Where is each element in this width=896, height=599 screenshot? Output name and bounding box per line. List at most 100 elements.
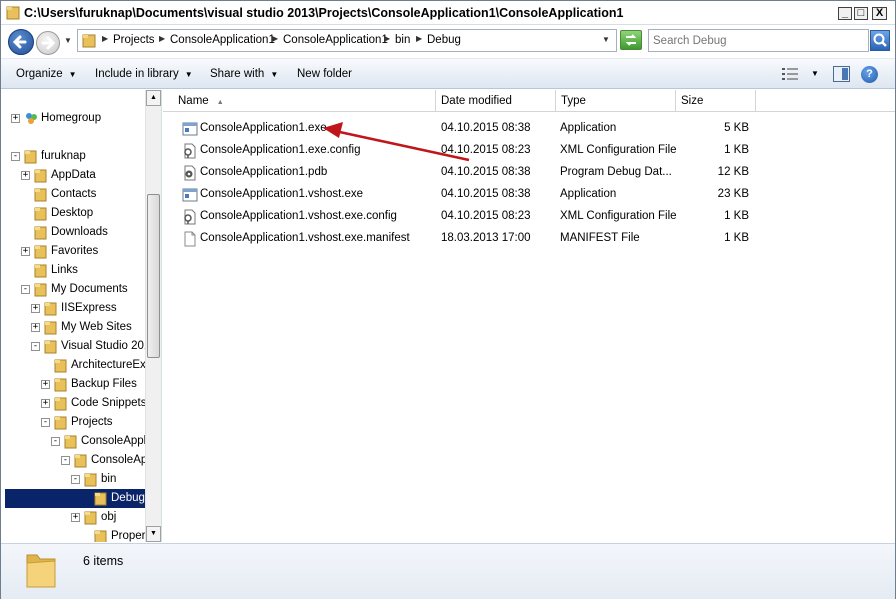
breadcrumb-bin[interactable]: bin: [395, 34, 410, 46]
nav-item-iisexpress[interactable]: + IISExpress: [1, 299, 145, 318]
expand-icon[interactable]: +: [21, 247, 30, 256]
dropdown-arrow-icon: ▼: [270, 70, 279, 79]
collapse-icon[interactable]: -: [71, 475, 80, 484]
nav-item-code-snippets[interactable]: + Code Snippets: [1, 394, 146, 413]
expand-icon[interactable]: +: [31, 304, 40, 313]
file-size: 12 KB: [717, 166, 749, 178]
nav-item-consoleapplication1[interactable]: -ConsoleApplication1: [1, 432, 161, 451]
application-icon: [182, 122, 198, 136]
forward-button[interactable]: [36, 31, 60, 55]
nav-item-contacts[interactable]: Contacts: [1, 185, 145, 204]
back-button[interactable]: [8, 29, 34, 55]
nav-item-favorites[interactable]: + Favorites: [1, 242, 145, 261]
column-header-size[interactable]: Size: [676, 90, 756, 112]
nav-item-debug[interactable]: Debug: [5, 489, 145, 508]
breadcrumb-consoleapplication1-inner[interactable]: ConsoleApplication1: [283, 34, 388, 46]
nav-item-furuknap[interactable]: - furuknap: [1, 147, 145, 166]
file-row[interactable]: ConsoleApplication1.exe 04.10.2015 08:38 A…: [163, 118, 895, 140]
views-icon[interactable]: [782, 68, 798, 80]
expand-icon[interactable]: +: [41, 380, 50, 389]
organize-button[interactable]: Organize ▼: [16, 68, 77, 80]
file-name: ConsoleApplication1.pdb: [200, 166, 328, 178]
collapse-icon[interactable]: -: [31, 342, 40, 351]
breadcrumb-projects[interactable]: Projects: [113, 34, 155, 46]
breadcrumb-separator-icon[interactable]: ▶: [416, 34, 422, 43]
file-row[interactable]: ConsoleApplication1.vshost.exe.config 04.…: [163, 206, 895, 228]
address-history-dropdown[interactable]: ▼: [602, 35, 610, 44]
refresh-button[interactable]: [620, 30, 642, 50]
nav-item-properties[interactable]: Properties: [1, 527, 161, 542]
nav-item-backup-files[interactable]: + Backup Files: [1, 375, 145, 394]
nav-item-label: Debug: [111, 492, 145, 504]
scroll-up-arrow-icon[interactable]: ▲: [146, 90, 161, 106]
nav-item-label: Backup Files: [71, 378, 137, 390]
nav-item-visual-studio-2013[interactable]: - Visual Studio 2013: [1, 337, 157, 356]
include-in-library-button[interactable]: Include in library ▼: [95, 68, 193, 80]
search-button[interactable]: [870, 30, 890, 51]
nav-item-appdata[interactable]: + AppData: [1, 166, 145, 185]
file-list-pane[interactable]: Name ▲ Date modified Type Size ConsoleApp…: [163, 90, 895, 542]
search-box[interactable]: [648, 29, 869, 52]
file-row[interactable]: ConsoleApplication1.pdb 04.10.2015 08:38 P…: [163, 162, 895, 184]
nav-item-bin[interactable]: - bin: [1, 470, 145, 489]
collapse-icon[interactable]: -: [11, 152, 20, 161]
file-row[interactable]: ConsoleApplication1.exe.config 04.10.2015…: [163, 140, 895, 162]
nav-item-obj[interactable]: + obj: [1, 508, 145, 527]
views-dropdown-icon[interactable]: ▼: [811, 69, 819, 78]
collapse-icon[interactable]: -: [61, 456, 70, 465]
expand-icon[interactable]: +: [41, 399, 50, 408]
breadcrumb-separator-icon[interactable]: ▶: [159, 34, 165, 43]
scroll-down-arrow-icon[interactable]: ▼: [146, 526, 161, 542]
title-bar[interactable]: C:\Users\furuknap\Documents\visual studi…: [1, 1, 895, 25]
file-row[interactable]: ConsoleApplication1.vshost.exe 04.10.2015…: [163, 184, 895, 206]
nav-item-links[interactable]: Links: [1, 261, 145, 280]
navigation-scrollbar[interactable]: ▲ ▼: [145, 90, 161, 542]
search-input[interactable]: [653, 33, 853, 49]
recent-pages-dropdown[interactable]: ▼: [62, 33, 74, 49]
expand-icon[interactable]: +: [71, 513, 80, 522]
maximize-button[interactable]: □: [854, 7, 868, 20]
column-header-name[interactable]: Name ▲: [173, 90, 436, 112]
expand-icon[interactable]: +: [11, 114, 20, 123]
column-header-date-modified[interactable]: Date modified: [436, 90, 556, 112]
nav-item-consoleapplication1[interactable]: -ConsoleApplication1: [1, 451, 161, 470]
breadcrumb-debug[interactable]: Debug: [427, 34, 461, 46]
collapse-icon[interactable]: -: [21, 285, 30, 294]
folder-icon: [6, 6, 20, 20]
collapse-icon[interactable]: -: [41, 418, 50, 427]
share-with-button[interactable]: Share with ▼: [210, 68, 278, 80]
nav-item-label: furuknap: [41, 150, 86, 162]
application-icon: [182, 188, 198, 202]
nav-item-my-documents[interactable]: - My Documents: [1, 280, 145, 299]
folder-icon: [84, 511, 97, 525]
expand-icon[interactable]: +: [31, 323, 40, 332]
folder-icon: [44, 321, 57, 335]
file-name: ConsoleApplication1.exe.config: [200, 144, 361, 156]
breadcrumb-separator-icon[interactable]: ▶: [102, 34, 108, 43]
nav-item-homegroup[interactable]: + Homegroup: [1, 109, 145, 128]
file-row[interactable]: ConsoleApplication1.vshost.exe.manifest 1…: [163, 228, 895, 250]
minimize-button[interactable]: _: [838, 7, 852, 20]
new-folder-button[interactable]: New folder: [297, 68, 352, 80]
nav-item-my-web-sites[interactable]: + My Web Sites: [1, 318, 145, 337]
navigation-pane[interactable]: + Homegroup - furuknap + AppData Contacts Deskt…: [1, 90, 162, 542]
breadcrumb-consoleapplication1[interactable]: ConsoleApplication1: [170, 34, 275, 46]
expand-icon[interactable]: +: [21, 171, 30, 180]
pdb-file-icon: [184, 165, 196, 181]
preview-pane-icon[interactable]: [833, 66, 850, 82]
scrollbar-thumb[interactable]: [147, 194, 160, 358]
nav-item-desktop[interactable]: Desktop: [1, 204, 145, 223]
file-name: ConsoleApplication1.vshost.exe: [200, 188, 364, 200]
nav-item-downloads[interactable]: Downloads: [1, 223, 145, 242]
nav-item-projects[interactable]: - Projects: [1, 413, 145, 432]
breadcrumb-separator-icon[interactable]: ▶: [272, 34, 278, 43]
file-type: Application: [560, 122, 617, 134]
close-button[interactable]: X: [872, 7, 887, 20]
nav-item-label: IISExpress: [61, 302, 117, 314]
nav-item-architectureexplorer[interactable]: ArchitectureExplorer: [1, 356, 161, 375]
collapse-icon[interactable]: -: [51, 437, 60, 446]
help-button[interactable]: ?: [861, 66, 878, 83]
address-box[interactable]: ▶ Projects ▶ ConsoleApplication1 ▶ Conso…: [77, 29, 617, 52]
breadcrumb-separator-icon[interactable]: ▶: [384, 34, 390, 43]
column-header-type[interactable]: Type: [556, 90, 676, 112]
